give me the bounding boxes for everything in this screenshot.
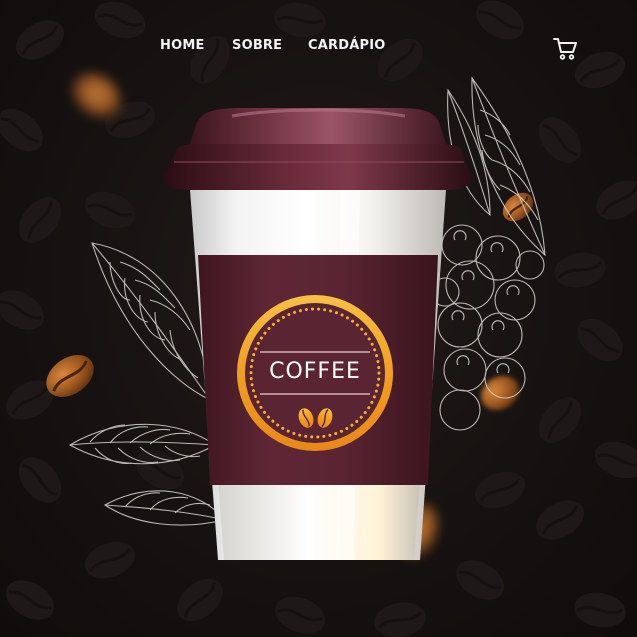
nav-sobre-link[interactable]: SOBRE [232,38,308,53]
cart-button[interactable] [552,36,578,62]
main-nav: HOME SOBRE CARDÁPIO [160,38,398,53]
nav-cardapio-link[interactable]: CARDÁPIO [308,38,398,53]
cup-label-text: COFFEE [269,359,361,384]
cart-icon [553,38,577,60]
nav-home-link[interactable]: HOME [160,38,232,53]
hero-stage: COFFEE HOME SOBRE CARDÁPIO [0,0,637,637]
coffee-cup-illustration [164,108,472,560]
